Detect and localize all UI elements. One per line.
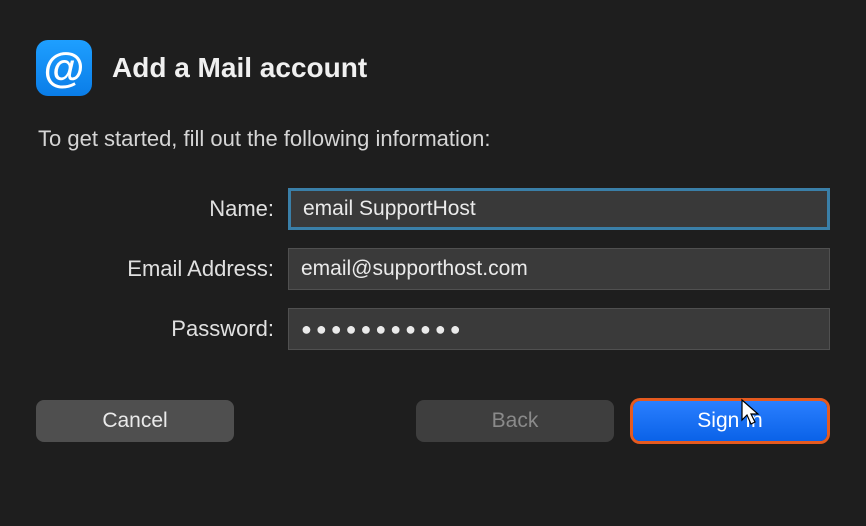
name-label: Name:: [36, 196, 288, 222]
email-row: Email Address:: [36, 248, 830, 290]
name-row: Name:: [36, 188, 830, 230]
at-glyph: @: [44, 47, 85, 89]
cancel-button[interactable]: Cancel: [36, 400, 234, 442]
signin-highlight: Sign In: [630, 398, 830, 444]
back-button[interactable]: Back: [416, 400, 614, 442]
name-input[interactable]: [288, 188, 830, 230]
dialog-subtitle: To get started, fill out the following i…: [38, 126, 830, 152]
account-form: Name: Email Address: Password: ●●●●●●●●●…: [36, 188, 830, 350]
button-row: Cancel Back Sign In: [36, 398, 830, 444]
dialog-title: Add a Mail account: [112, 52, 367, 84]
dialog-header: @ Add a Mail account: [36, 40, 830, 96]
password-mask: ●●●●●●●●●●●: [301, 319, 465, 340]
signin-button[interactable]: Sign In: [633, 401, 827, 441]
password-row: Password: ●●●●●●●●●●●: [36, 308, 830, 350]
password-input[interactable]: ●●●●●●●●●●●: [288, 308, 830, 350]
add-mail-account-dialog: @ Add a Mail account To get started, fil…: [0, 0, 866, 480]
mail-at-icon: @: [36, 40, 92, 96]
password-label: Password:: [36, 316, 288, 342]
email-input[interactable]: [288, 248, 830, 290]
email-label: Email Address:: [36, 256, 288, 282]
